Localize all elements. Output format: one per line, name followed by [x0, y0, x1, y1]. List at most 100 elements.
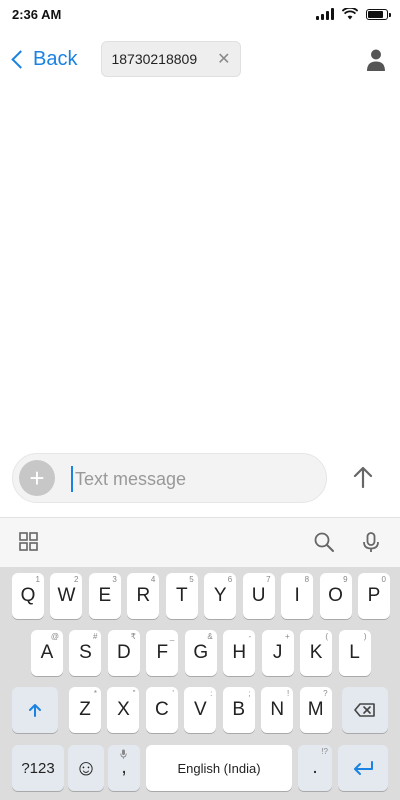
key-u[interactable]: U7: [242, 573, 275, 619]
key-hint: 2: [73, 575, 79, 584]
key-label: K: [309, 642, 323, 663]
period-label: .: [312, 757, 318, 778]
key-p[interactable]: P0: [357, 573, 390, 619]
key-hint: ;: [248, 689, 251, 698]
key-label: Q: [20, 585, 36, 606]
chevron-left-icon: [11, 50, 30, 69]
key-label: A: [40, 642, 54, 663]
enter-icon: [354, 761, 373, 775]
key-hint: &: [207, 632, 213, 641]
key-hint: ): [363, 632, 367, 641]
key-hint: 9: [343, 575, 348, 584]
key-hint: ': [172, 689, 174, 698]
recipient-chip[interactable]: 18730218809 ✕: [101, 41, 241, 77]
contact-icon[interactable]: [366, 48, 386, 72]
status-time: 2:36 AM: [12, 7, 62, 22]
key-e[interactable]: E3: [88, 573, 121, 619]
key-hint: 7: [266, 575, 271, 584]
key-label: F: [156, 642, 169, 663]
key-a[interactable]: A @: [31, 630, 63, 676]
key-r[interactable]: R4: [127, 573, 160, 619]
recipient-number: 18730218809: [111, 51, 198, 67]
space-key[interactable]: English (India): [146, 745, 292, 791]
key-label: N: [270, 699, 285, 720]
key-label: G: [193, 642, 209, 663]
enter-key[interactable]: [338, 745, 388, 791]
key-t[interactable]: T5: [165, 573, 198, 619]
search-icon[interactable]: [313, 531, 335, 553]
key-label: D: [117, 642, 131, 663]
backspace-icon: [354, 703, 375, 717]
key-j[interactable]: J +: [261, 630, 294, 676]
period-key[interactable]: . !?: [298, 745, 332, 791]
key-hint: +: [284, 632, 290, 641]
key-h[interactable]: H-: [223, 630, 256, 676]
key-c[interactable]: C ': [145, 687, 178, 733]
key-f[interactable]: F _: [146, 630, 179, 676]
add-attachment-button[interactable]: +: [19, 460, 55, 496]
key-label: L: [349, 642, 360, 663]
key-v[interactable]: V:: [184, 687, 217, 733]
send-button[interactable]: [348, 462, 378, 492]
emoji-key[interactable]: ☺: [68, 745, 104, 791]
key-w[interactable]: W2: [50, 573, 83, 619]
status-icons: [316, 8, 391, 20]
shift-arrow-icon: [29, 704, 41, 717]
key-b[interactable]: B;: [222, 687, 255, 733]
key-n[interactable]: N!: [261, 687, 294, 733]
key-hint: 1: [35, 575, 40, 584]
key-i[interactable]: I8: [281, 573, 314, 619]
period-hint: !?: [321, 747, 328, 756]
comma-key[interactable]: ,: [108, 745, 140, 791]
key-k[interactable]: K(: [300, 630, 333, 676]
key-hint: #: [92, 632, 98, 641]
back-label: Back: [33, 48, 78, 70]
key-label: P: [367, 585, 381, 606]
key-label: I: [294, 585, 300, 606]
key-x[interactable]: X ": [107, 687, 140, 733]
key-label: Z: [79, 699, 91, 720]
key-label: O: [328, 585, 343, 606]
arrow-up-icon: [353, 466, 373, 488]
key-label: W: [57, 585, 76, 606]
battery-level: [368, 10, 383, 18]
key-hint: 5: [189, 575, 194, 584]
key-hint: 0: [381, 575, 386, 584]
key-label: H: [232, 642, 247, 663]
back-button[interactable]: Back: [10, 48, 77, 71]
key-q[interactable]: Q1: [12, 573, 44, 619]
key-l[interactable]: L): [338, 630, 371, 676]
key-m[interactable]: M?: [299, 687, 332, 733]
signal-icon: [316, 8, 334, 20]
keyboard-toolbar: [0, 517, 400, 567]
key-hint: @: [50, 632, 59, 641]
key-label: E: [98, 585, 112, 606]
key-label: J: [272, 642, 283, 663]
emoji-icon: ☺: [74, 755, 98, 780]
message-input[interactable]: [71, 466, 301, 492]
key-label: V: [193, 699, 207, 720]
conversation-header: Back 18730218809 ✕: [0, 36, 400, 84]
key-hint: 4: [150, 575, 156, 584]
key-d[interactable]: D ₹: [107, 630, 140, 676]
key-o[interactable]: O9: [319, 573, 352, 619]
key-hint: -: [248, 632, 252, 641]
key-label: X: [117, 699, 130, 720]
remove-recipient-icon[interactable]: ✕: [217, 49, 230, 69]
key-y[interactable]: Y6: [204, 573, 237, 619]
status-bar: 2:36 AM: [0, 0, 400, 30]
key-label: Y: [213, 585, 227, 606]
microphone-icon[interactable]: [360, 531, 382, 553]
key-hint: ?: [323, 689, 328, 698]
key-z[interactable]: Z *: [69, 687, 101, 733]
grid-menu-icon[interactable]: [18, 531, 40, 553]
key-g[interactable]: G &: [184, 630, 217, 676]
key-label: R: [136, 585, 151, 606]
key-label: U: [251, 585, 266, 606]
key-s[interactable]: S #: [69, 630, 102, 676]
backspace-key[interactable]: [342, 687, 388, 733]
key-hint: 8: [304, 575, 310, 584]
shift-key[interactable]: [12, 687, 58, 733]
keyboard: Q1W2E3R4T5Y6U7I8O9P0 A @ S # D ₹ F _ G & H - J + K(L) …: [0, 567, 400, 800]
numbers-symbols-key[interactable]: ?123: [12, 745, 64, 791]
